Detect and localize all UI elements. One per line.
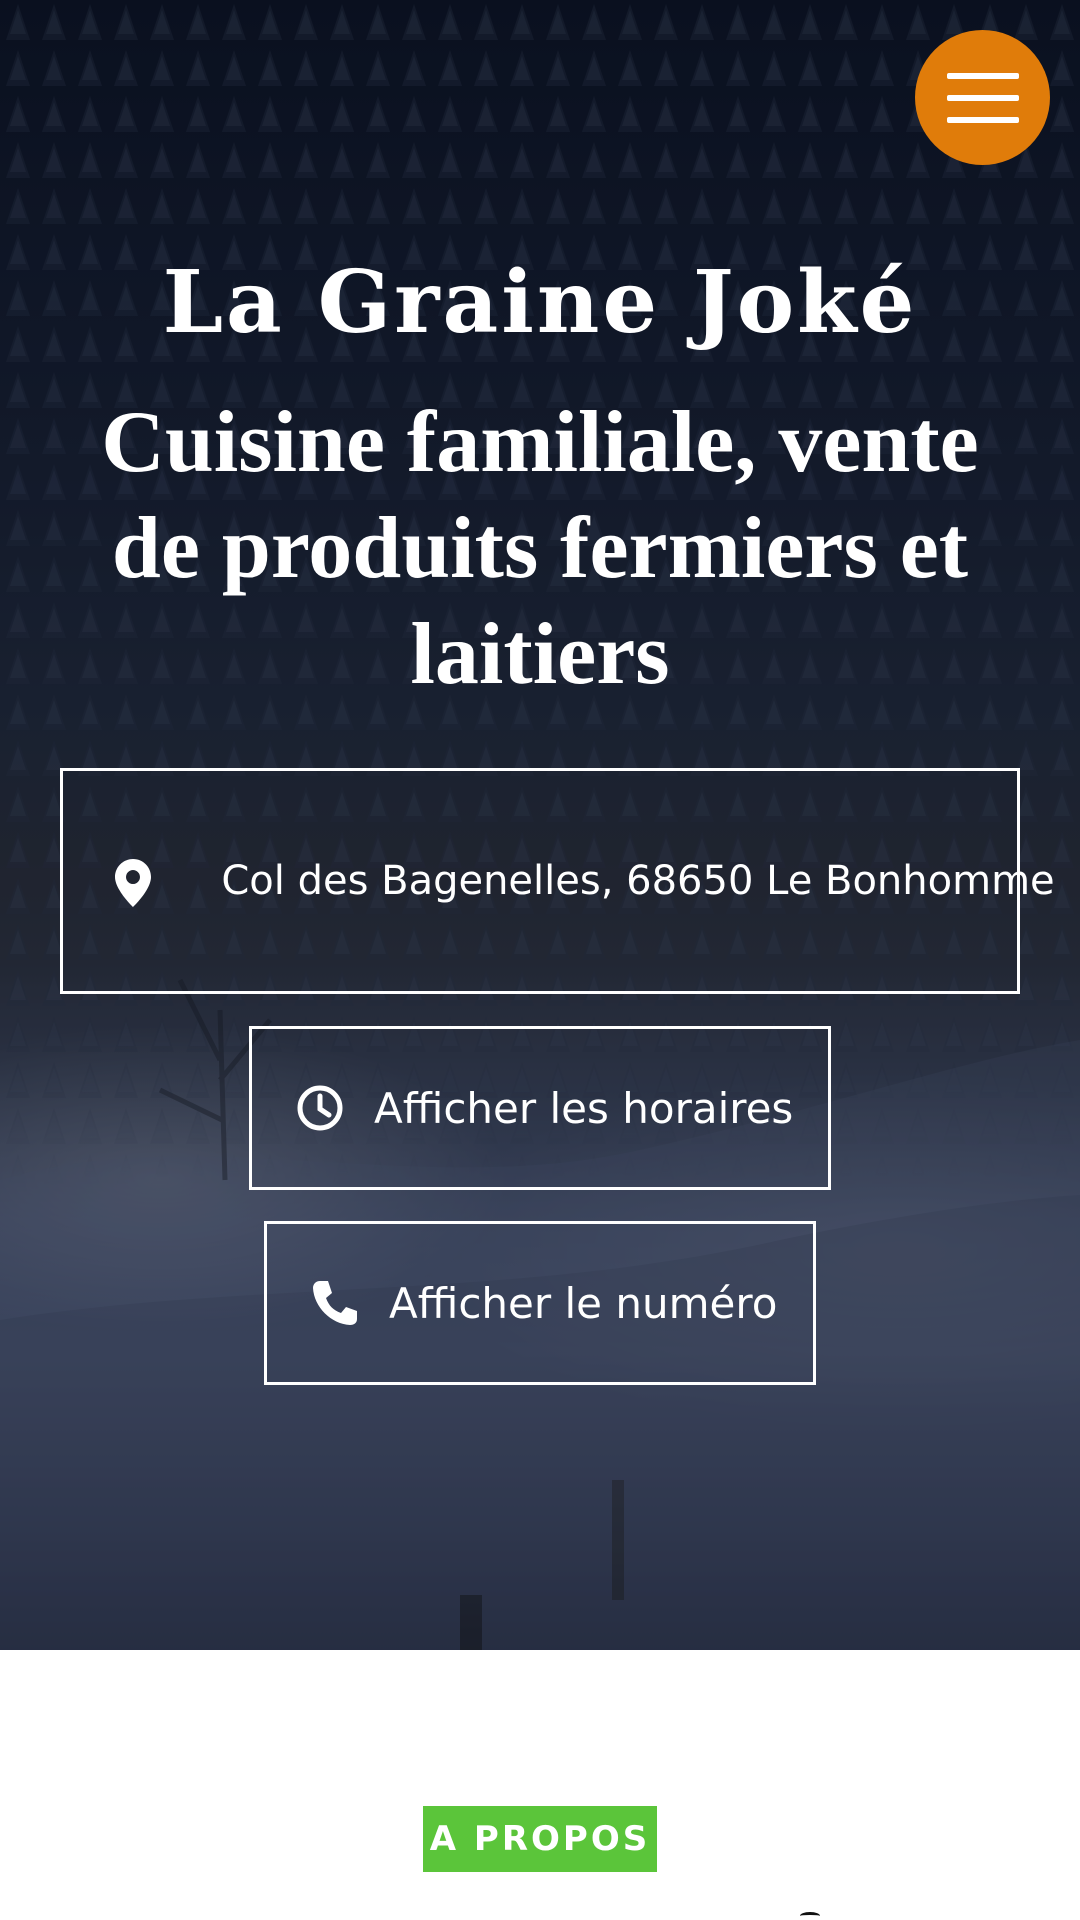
address-text: Col des Bagenelles, 68650 Le Bonhomme [221, 858, 1055, 904]
address-link[interactable]: Col des Bagenelles, 68650 Le Bonhomme [60, 768, 1055, 994]
map-pin-icon [115, 859, 151, 907]
decorative-mark [800, 1912, 820, 1920]
page: La Graine Joké Cuisine familiale, vente … [0, 0, 1080, 1920]
hamburger-menu-icon [946, 72, 1019, 123]
show-phone-label: Afficher le numéro [389, 1278, 778, 1328]
hero-section: La Graine Joké Cuisine familiale, vente … [0, 0, 1080, 1650]
show-hours-button[interactable]: Afficher les horaires [249, 1026, 831, 1190]
site-title: La Graine Joké [162, 252, 918, 353]
show-phone-button[interactable]: Afficher le numéro [264, 1221, 816, 1385]
show-hours-label: Afficher les horaires [374, 1083, 794, 1133]
clock-icon [297, 1085, 343, 1131]
phone-icon [313, 1281, 357, 1325]
tagline: Cuisine familiale, vente de produits fer… [101, 394, 979, 703]
about-section: A PROPOS [0, 1650, 1080, 1920]
menu-button[interactable] [915, 30, 1050, 165]
about-badge: A PROPOS [423, 1806, 657, 1872]
